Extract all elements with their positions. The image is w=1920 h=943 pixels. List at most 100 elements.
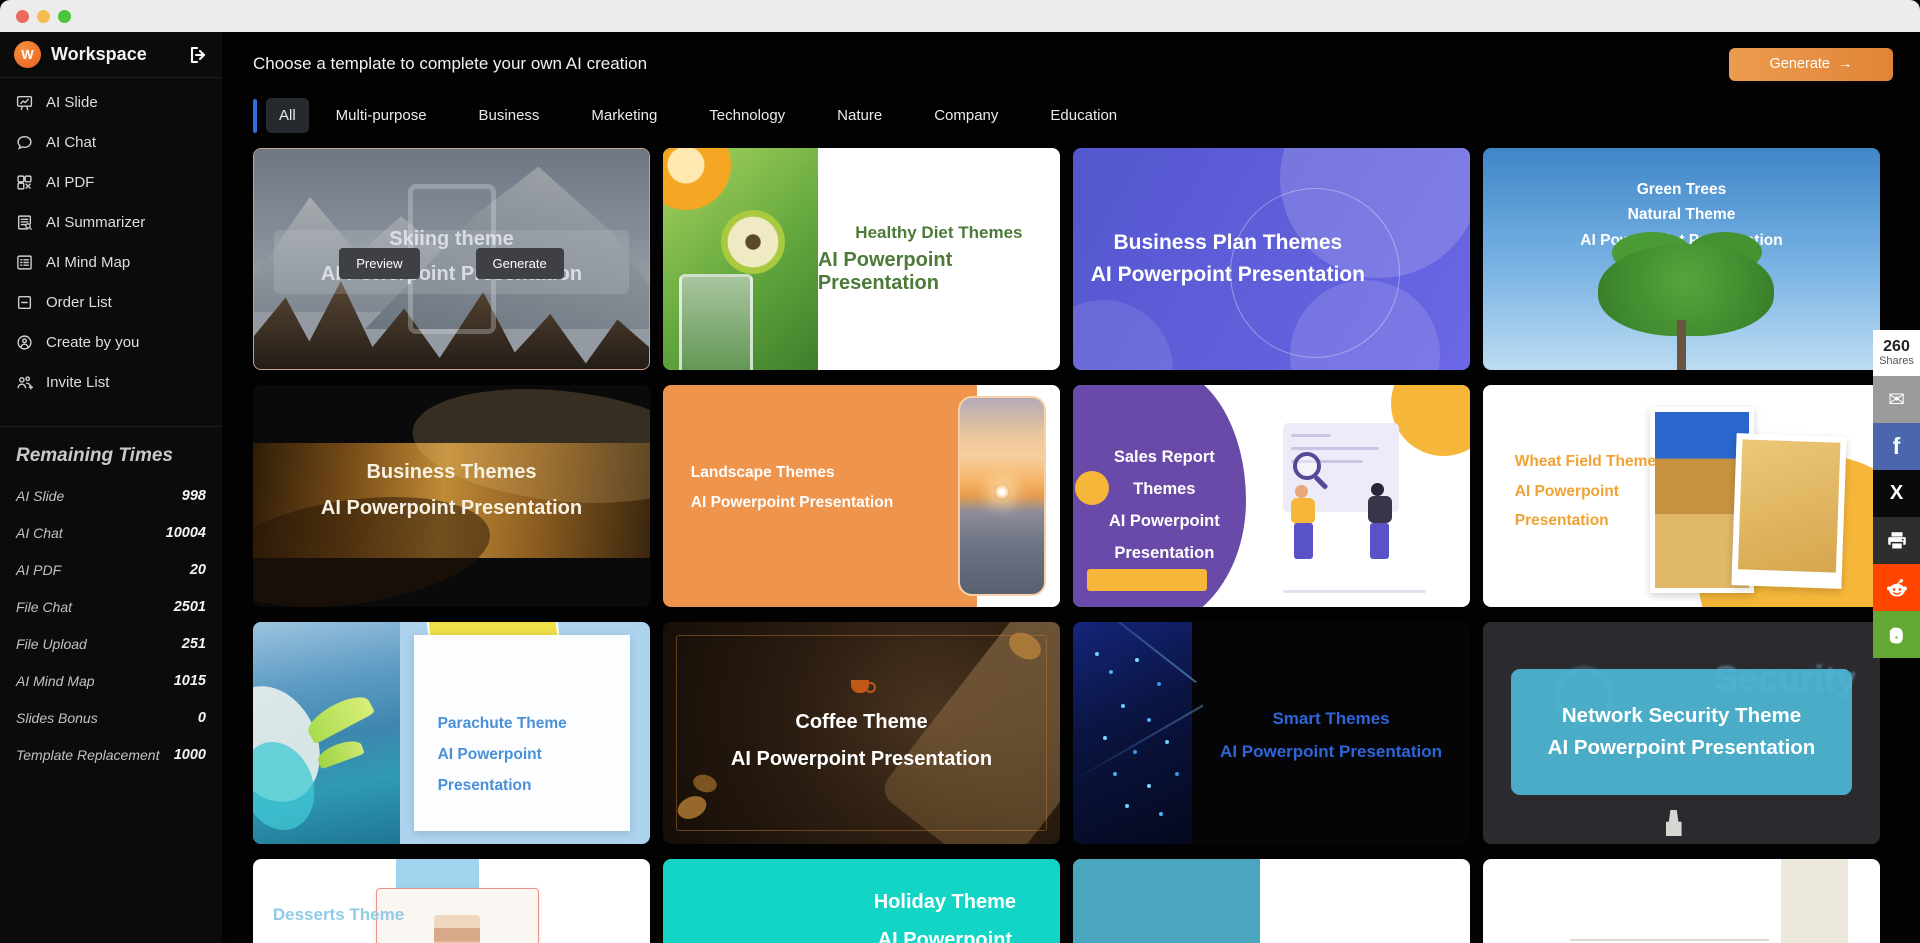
- template-card-healthy-diet[interactable]: Healthy Diet Themes AI Powerpoint Presen…: [663, 148, 1060, 370]
- paraglider-illustration: [303, 690, 375, 745]
- share-facebook-button[interactable]: f: [1873, 423, 1920, 470]
- mindmap-icon: [16, 254, 33, 271]
- template-card-wheat-field[interactable]: Wheat Field Theme AI Powerpoint Presenta…: [1483, 385, 1880, 607]
- template-card-landscape[interactable]: Landscape Themes AI Powerpoint Presentat…: [663, 385, 1060, 607]
- stat-value: 251: [182, 636, 206, 652]
- template-card-sales-report[interactable]: Sales Report Themes AI Powerpoint Presen…: [1073, 385, 1470, 607]
- template-card-parachute[interactable]: Parachute Theme AI Powerpoint Presentati…: [253, 622, 650, 844]
- sidebar-item-ai-mind-map[interactable]: AI Mind Map: [0, 242, 222, 282]
- stat-label: AI PDF: [16, 562, 61, 578]
- share-reddit-button[interactable]: [1873, 564, 1920, 611]
- template-card-balloon[interactable]: [1073, 859, 1470, 943]
- tab-business[interactable]: Business: [466, 98, 553, 133]
- template-card-business-themes[interactable]: Business Themes AI Powerpoint Presentati…: [253, 385, 650, 607]
- invite-icon: [16, 374, 33, 391]
- sidebar-item-order-list[interactable]: Order List: [0, 282, 222, 322]
- tab-all[interactable]: All: [266, 98, 309, 133]
- template-card-network-security[interactable]: Security Network Security Theme AI Power…: [1483, 622, 1880, 844]
- card-title: Desserts Theme: [273, 905, 404, 925]
- generate-button[interactable]: Generate →: [1729, 48, 1893, 81]
- sidebar-item-label: Create by you: [46, 334, 139, 351]
- stat-label: Template Replacement: [16, 747, 159, 763]
- card-title: Coffee Theme AI Powerpoint Presentation: [663, 704, 1060, 778]
- sidebar-item-ai-pdf[interactable]: AI PDF: [0, 162, 222, 202]
- sidebar-item-invite-list[interactable]: Invite List: [0, 362, 222, 402]
- evernote-icon: [1886, 624, 1908, 646]
- tab-nature[interactable]: Nature: [824, 98, 895, 133]
- person-icon: [16, 334, 33, 351]
- share-evernote-button[interactable]: [1873, 611, 1920, 658]
- tree-image: [1598, 244, 1774, 336]
- healthy-diet-image: [663, 148, 818, 370]
- sidebar-item-ai-chat[interactable]: AI Chat: [0, 122, 222, 162]
- template-card-business-plan[interactable]: Business Plan Themes AI Powerpoint Prese…: [1073, 148, 1470, 370]
- sidebar-item-ai-summarizer[interactable]: AI Summarizer: [0, 202, 222, 242]
- share-x-button[interactable]: X: [1873, 470, 1920, 517]
- stat-row-slides-bonus: Slides Bonus 0: [16, 699, 206, 736]
- stat-label: AI Chat: [16, 525, 63, 541]
- card-title: Healthy Diet Themes AI Powerpoint Presen…: [818, 148, 1060, 370]
- share-print-button[interactable]: [1873, 517, 1920, 564]
- workspace-header: W Workspace: [0, 32, 222, 78]
- person-illustration: [1371, 483, 1384, 496]
- stat-label: File Chat: [16, 599, 72, 615]
- template-card-skiing[interactable]: Skiing theme AI Powerpoint Presentation …: [253, 148, 650, 370]
- tab-technology[interactable]: Technology: [696, 98, 798, 133]
- tab-company[interactable]: Company: [921, 98, 1011, 133]
- remaining-times-panel: Remaining Times AI Slide 998 AI Chat 100…: [0, 426, 222, 773]
- sidebar-item-label: AI Mind Map: [46, 254, 130, 271]
- logout-icon[interactable]: [188, 45, 208, 65]
- stat-value: 0: [198, 710, 206, 726]
- arrow-right-icon: →: [1838, 56, 1853, 72]
- card-title: Landscape Themes AI Powerpoint Presentat…: [691, 458, 893, 518]
- order-icon: [16, 294, 33, 311]
- sidebar-item-create-by-you[interactable]: Create by you: [0, 322, 222, 362]
- wheat-photo: [1731, 433, 1846, 589]
- card-title: Holiday Theme AI Powerpoint: [854, 883, 1037, 943]
- share-widget: 260 Shares ✉ f X: [1873, 330, 1920, 658]
- template-card-green-trees[interactable]: Green Trees Natural Theme AI Powerpoint …: [1483, 148, 1880, 370]
- close-window-button[interactable]: [16, 10, 29, 23]
- tab-education[interactable]: Education: [1037, 98, 1130, 133]
- sidebar-item-ai-slide[interactable]: AI Slide: [0, 82, 222, 122]
- generate-template-button[interactable]: Generate: [476, 248, 564, 279]
- share-email-button[interactable]: ✉: [1873, 376, 1920, 423]
- summarizer-icon: [16, 214, 33, 231]
- stat-row-file-upload: File Upload 251: [16, 625, 206, 662]
- template-card-coffee[interactable]: Coffee Theme AI Powerpoint Presentation: [663, 622, 1060, 844]
- card-title: Business Themes AI Powerpoint Presentati…: [253, 454, 650, 526]
- sunset-image: [958, 396, 1046, 596]
- app-shell: W Workspace AI Slide AI Chat: [0, 32, 1920, 943]
- x-icon: X: [1890, 482, 1903, 505]
- minimize-window-button[interactable]: [37, 10, 50, 23]
- stat-row-ai-slide: AI Slide 998: [16, 477, 206, 514]
- template-card-smart[interactable]: Smart Themes AI Powerpoint Presentation: [1073, 622, 1470, 844]
- card-title: Sales Report Themes AI Powerpoint Presen…: [1081, 441, 1248, 570]
- app-window: W Workspace AI Slide AI Chat: [0, 0, 1920, 943]
- card-title: Wheat Field Theme AI Powerpoint Presenta…: [1515, 447, 1656, 535]
- page-title: Choose a template to complete your own A…: [253, 54, 647, 74]
- stat-value: 1000: [174, 747, 206, 763]
- sidebar-item-label: AI Summarizer: [46, 214, 145, 231]
- sidebar-item-label: AI PDF: [46, 174, 94, 191]
- stat-row-file-chat: File Chat 2501: [16, 588, 206, 625]
- chat-icon: [16, 134, 33, 151]
- main-header: Choose a template to complete your own A…: [253, 44, 1893, 84]
- tab-marketing[interactable]: Marketing: [578, 98, 670, 133]
- template-card-minimal[interactable]: [1483, 859, 1880, 943]
- zoom-window-button[interactable]: [58, 10, 71, 23]
- coffee-cup-icon: [851, 680, 869, 693]
- stat-value: 20: [190, 562, 206, 578]
- template-card-holiday[interactable]: Holiday Theme AI Powerpoint: [663, 859, 1060, 943]
- window-titlebar: [0, 0, 1920, 32]
- tab-multi-purpose[interactable]: Multi-purpose: [323, 98, 440, 133]
- stat-label: File Upload: [16, 636, 87, 652]
- template-card-desserts[interactable]: Desserts Theme: [253, 859, 650, 943]
- category-tabs: All Multi-purpose Business Marketing Tec…: [253, 98, 1893, 133]
- share-count: 260 Shares: [1873, 330, 1920, 376]
- preview-button[interactable]: Preview: [339, 248, 419, 279]
- stat-row-ai-chat: AI Chat 10004: [16, 514, 206, 551]
- remaining-times-heading: Remaining Times: [16, 445, 206, 467]
- sidebar: W Workspace AI Slide AI Chat: [0, 32, 226, 943]
- stat-row-template-replacement: Template Replacement 1000: [16, 736, 206, 773]
